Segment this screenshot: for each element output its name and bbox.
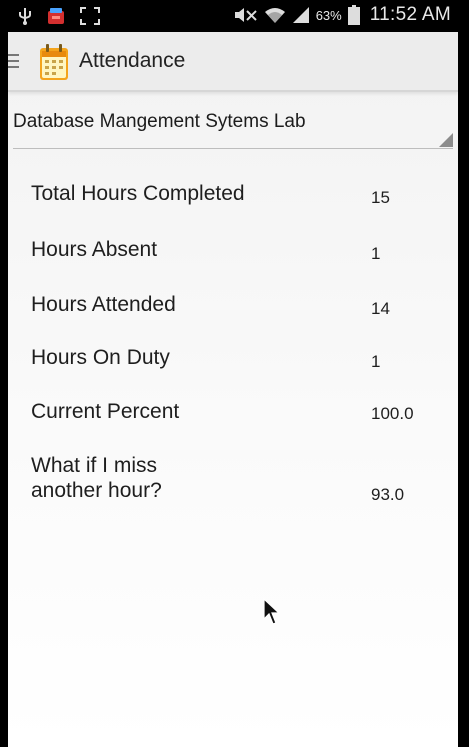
mouse-pointer-icon (263, 598, 281, 625)
app-notification-icon (48, 8, 64, 24)
stat-label: Hours On Duty (31, 346, 170, 369)
status-system: 63% 11:52 AM (234, 4, 451, 26)
status-notifications (18, 6, 100, 26)
status-bar: 63% 11:52 AM (0, 0, 469, 32)
clock: 11:52 AM (369, 4, 451, 25)
drawer-menu-icon[interactable] (8, 54, 19, 68)
battery-percent: 63% (315, 7, 342, 23)
app-title: Attendance (79, 49, 186, 72)
stat-label: Current Percent (31, 400, 180, 423)
stat-value: 1 (371, 352, 381, 371)
subject-spinner[interactable]: Database Mangement Sytems Lab (13, 104, 453, 149)
stat-label: Total Hours Completed (31, 182, 245, 205)
spinner-selected-value: Database Mangement Sytems Lab (13, 111, 306, 132)
stat-label: Hours Attended (31, 293, 176, 316)
signal-icon (292, 7, 309, 23)
stat-value: 93.0 (371, 485, 405, 504)
stat-value: 100.0 (371, 404, 414, 423)
wifi-icon (264, 8, 285, 23)
stat-label: What if I miss another hour? (31, 454, 162, 502)
usb-icon (19, 8, 31, 25)
battery-icon (347, 5, 360, 25)
stat-label: Hours Absent (31, 238, 158, 261)
stat-value: 15 (371, 188, 390, 207)
dropdown-triangle-icon (439, 133, 453, 147)
calendar-icon[interactable] (38, 42, 72, 82)
action-bar: Attendance (8, 32, 458, 92)
screenshot-icon (80, 7, 100, 25)
phone-screen: 63% 11:52 AM Attendance Database Mangeme… (0, 0, 469, 747)
stat-value: 14 (371, 299, 390, 318)
app-content: Attendance Database Mangement Sytems Lab… (8, 32, 458, 747)
stat-value: 1 (371, 244, 381, 263)
mute-icon (234, 8, 257, 22)
